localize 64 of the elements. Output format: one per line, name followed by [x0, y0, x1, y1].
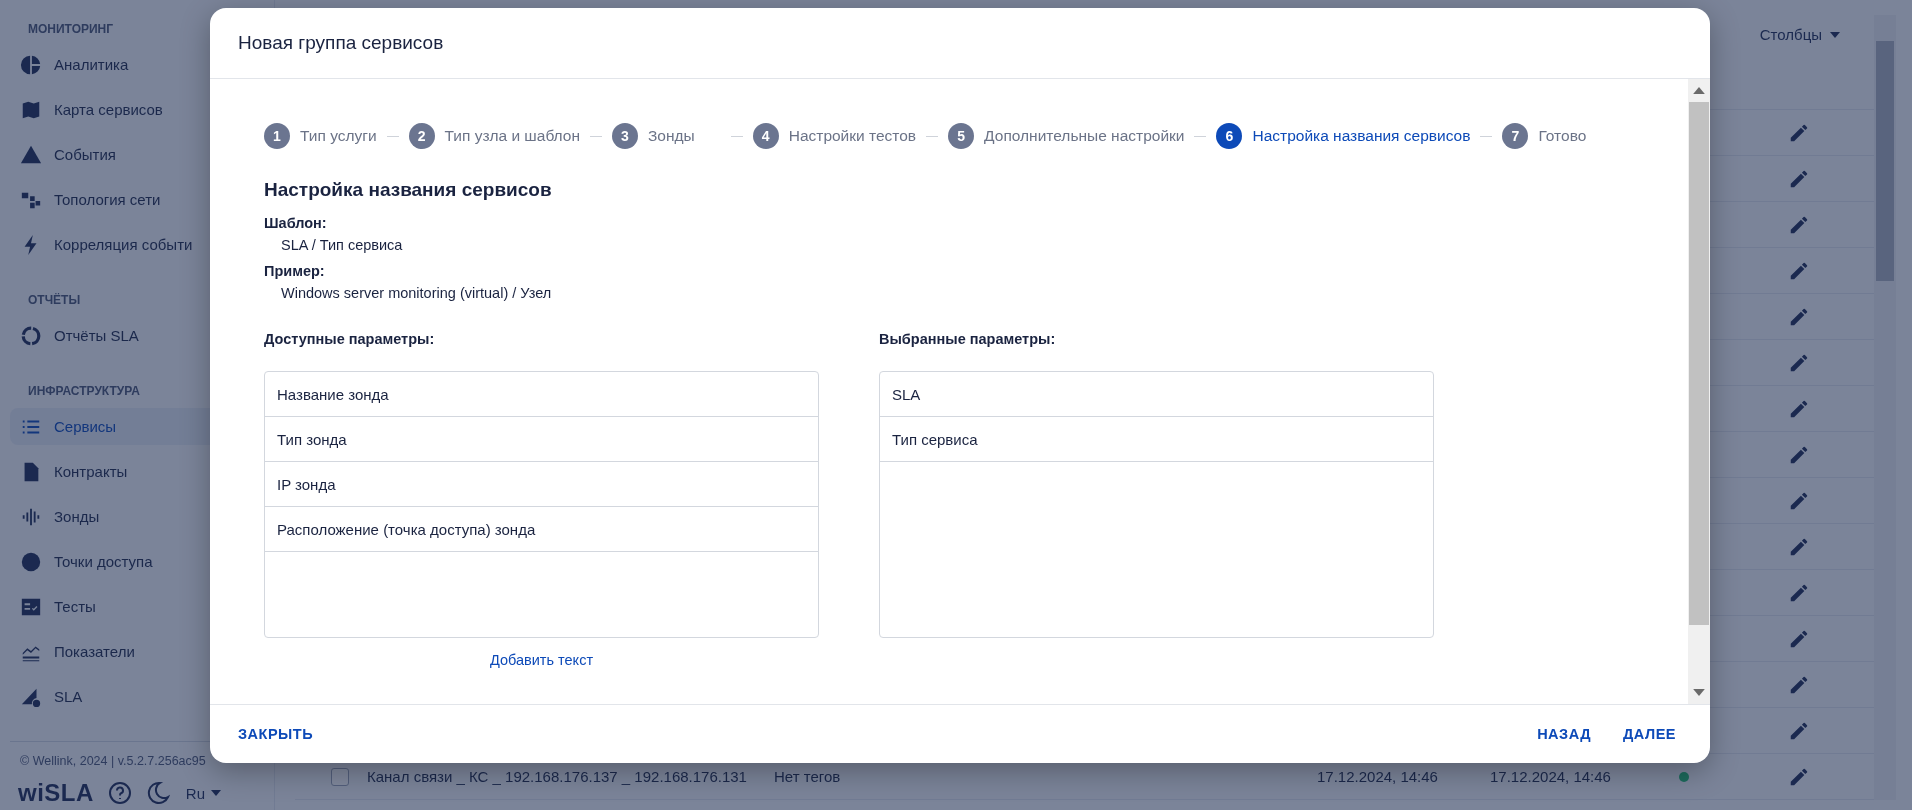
table-cell-text: 17.12.2024, 14:46 — [1490, 768, 1612, 785]
close-button[interactable]: ЗАКРЫТЬ — [224, 718, 328, 750]
section-heading: ИНФРАСТРУКТУРА — [27, 383, 141, 400]
caret-icon — [1830, 31, 1840, 38]
back-button[interactable]: НАЗАД — [1523, 718, 1605, 750]
step-number[interactable]: 2 — [408, 123, 435, 149]
version-text: © Wellink, 2024 | v.5.2.7.256ac95 — [19, 753, 207, 770]
next-button[interactable]: ДАЛЕЕ — [1609, 718, 1690, 750]
field-label: Шаблон: — [264, 215, 328, 231]
sidebar-item[interactable]: Точки доступа — [10, 543, 264, 580]
sidebar-item[interactable]: SLA — [10, 678, 264, 715]
sidebar-item[interactable]: Тесты — [10, 588, 264, 625]
section-heading: ОТЧЁТЫ — [27, 292, 82, 309]
moon-icon[interactable] — [145, 781, 170, 805]
scroll-down-icon[interactable] — [1693, 689, 1705, 696]
step-label[interactable]: Готово — [1538, 127, 1587, 145]
scroll-up-icon[interactable] — [1693, 87, 1705, 94]
pie-chart-icon — [20, 53, 42, 76]
ring-icon — [20, 324, 42, 347]
add-text-link[interactable]: Добавить текст — [489, 652, 594, 668]
row-checkbox[interactable] — [331, 767, 349, 786]
section-title: Настройка названия сервисов — [264, 179, 553, 201]
language-selector[interactable]: Ru — [183, 782, 224, 804]
step-label[interactable]: Настройки тестов — [788, 127, 917, 145]
sidebar-item[interactable]: Зонды — [10, 498, 264, 535]
step-label[interactable]: Тип услуги — [300, 127, 377, 145]
circle-icon — [20, 550, 42, 573]
sidebar-item[interactable]: Карта сервисов — [10, 91, 264, 128]
step-label[interactable]: Зонды — [648, 127, 695, 145]
field-label: Пример: — [264, 263, 326, 279]
sidebar-item[interactable]: Отчёты SLA — [10, 317, 264, 354]
step-label[interactable]: Настройка названия сервисов — [1252, 127, 1471, 145]
step-number[interactable]: 7 — [1502, 123, 1529, 149]
logo: wiSLA — [18, 779, 94, 807]
scrollbar[interactable] — [1874, 15, 1896, 800]
sidebar-item[interactable]: Показатели — [10, 633, 264, 670]
field-value: SLA / Тип сервиса — [280, 236, 404, 253]
scrollbar[interactable] — [1688, 79, 1710, 704]
list-heading: Доступные параметры: — [264, 331, 436, 347]
step-label[interactable]: Дополнительные настройки — [984, 127, 1185, 145]
caret-icon — [211, 790, 222, 796]
sidebar-item[interactable]: Корреляция событи — [10, 226, 264, 263]
list-item[interactable]: IP зонда — [265, 462, 818, 507]
table-cell-text: 17.12.2024, 14:46 — [1317, 768, 1439, 785]
sidebar-item[interactable]: Контракты — [10, 453, 264, 490]
list-item[interactable]: Название зонда — [265, 372, 818, 417]
list-item[interactable]: Тип зонда — [265, 417, 818, 462]
table-cell-text: Канал связи _ КС _ 192.168.176.137 _ 192.168.176.131 — [367, 768, 748, 785]
step-number[interactable]: 3 — [612, 123, 638, 149]
step-label[interactable]: Тип узла и шаблон — [444, 127, 580, 145]
help-icon[interactable] — [107, 781, 132, 805]
step-number[interactable]: 5 — [948, 123, 975, 149]
sidebar-item[interactable]: Топология сети — [10, 181, 264, 218]
step-number[interactable]: 4 — [752, 123, 779, 149]
step-number[interactable]: 6 — [1216, 123, 1243, 149]
list-item[interactable]: SLA — [880, 372, 1433, 417]
list-item[interactable]: Расположение (точка доступа) зонда — [265, 507, 818, 552]
sidebar-item[interactable]: События — [10, 136, 264, 173]
table-cell-text: Нет тегов — [774, 768, 842, 785]
field-value: Windows server monitoring (virtual) / Узел — [280, 284, 553, 301]
list-item[interactable]: Тип сервиса — [880, 417, 1433, 462]
dialog-title: Новая группа сервисов — [238, 32, 444, 54]
step-number[interactable]: 1 — [264, 123, 290, 149]
list-heading: Выбранные параметры: — [879, 331, 1057, 347]
